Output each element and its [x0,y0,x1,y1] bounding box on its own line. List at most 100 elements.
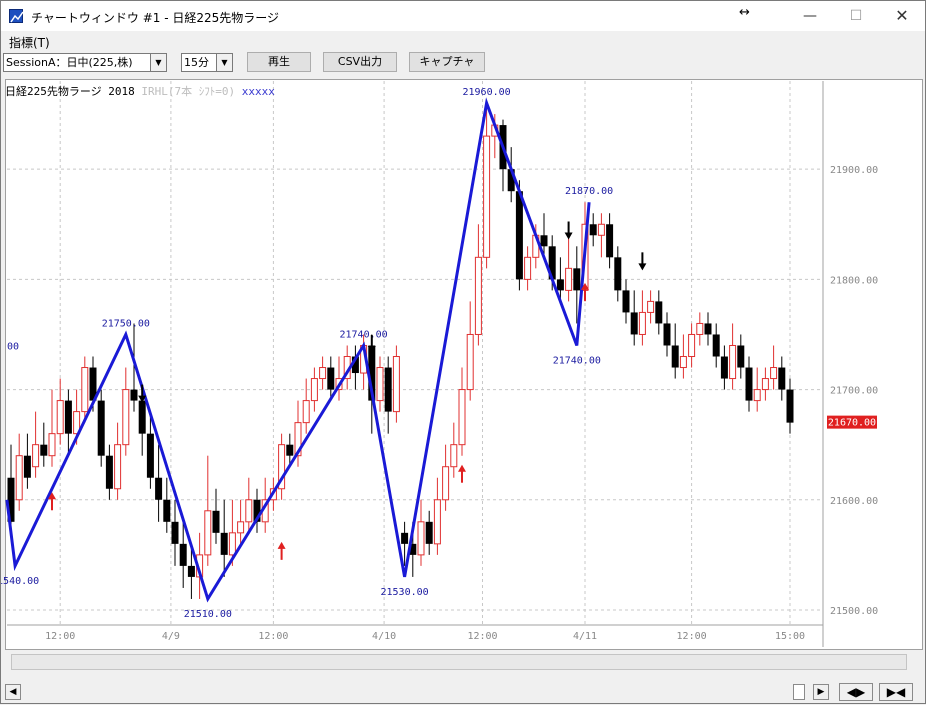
scroll-left-icon[interactable]: ◀ [5,684,21,700]
candle-body-down [401,532,409,544]
candle-body-down [40,444,48,456]
candle-body-up [442,466,450,501]
zigzag-value-label: 21530.00 [381,587,429,598]
chart-window: チャートウィンドウ #1 - 日経225先物ラージ ↔ — ☐ ✕ 指標(T) … [0,0,926,704]
candle-body-up [32,444,40,468]
candle-body-down [622,290,630,313]
candle-body-down [671,345,679,368]
candle-body-down [187,565,195,577]
candle-body-up [483,135,491,258]
y-tick-label: 21800.00 [830,275,878,286]
candle-body-up [565,267,573,291]
indicator-label: IRHL(7本 ｼﾌﾄ=0) [141,85,236,98]
buy-arrow-icon [277,541,286,549]
zigzag-value-label: 21540.00 [1,576,39,587]
sell-arrow-icon [638,263,647,271]
chart-title: 日経225先物ラージ 2018 [5,85,135,98]
candle-body-down [786,389,794,423]
candle-body-down [23,455,31,478]
candle-body-down [220,532,228,555]
candle-body-down [712,334,720,357]
candle-body-up [696,322,704,335]
candle-body-down [286,444,294,456]
zoom-toggle-icon[interactable]: ◀▶ [839,683,873,701]
candle-body-down [97,400,105,456]
y-tick-label: 21500.00 [830,606,878,617]
candle-body-up [417,521,425,556]
x-tick-label: 15:00 [775,631,805,642]
candle-body-up [458,389,466,446]
zigzag-value-label: 21740.00 [553,355,601,366]
candle-body-up [48,433,56,457]
zigzag-value-label: 21870.00 [565,186,613,197]
candle-body-down [655,301,663,324]
candle-body-up [114,444,122,490]
candle-body-down [515,191,523,280]
x-tick-label: 4/10 [372,631,396,642]
candle-body-down [425,521,433,544]
candle-body-up [450,444,458,468]
candle-body-up [376,367,384,402]
candle-body-down [130,389,138,401]
candle-body-down [540,235,548,247]
candle-body-down [171,521,179,544]
candle-body-down [606,224,614,258]
x-tick-label: 4/11 [573,631,597,642]
scroll-track[interactable] [23,684,793,700]
candle-body-up [392,356,400,413]
candle-body-up [310,378,318,402]
candle-body-up [729,344,737,380]
scroll-right-icon[interactable]: ▶ [813,684,829,700]
x-tick-label: 12:00 [45,631,75,642]
candle-body-down [704,323,712,335]
truncated-value-label: 00 [7,341,19,352]
candle-body-down [614,257,622,291]
candle-body-down [556,279,564,291]
candle-body-down [138,400,146,434]
candle-body-down [745,367,753,401]
zigzag-line [5,97,591,603]
candle-body-up [204,510,212,556]
candle-body-up [56,400,64,435]
fit-range-icon[interactable]: ▶◀ [879,683,913,701]
candle-body-down [155,477,163,500]
candle-body-up [474,256,482,335]
candle-body-down [737,345,745,368]
y-tick-label: 21700.00 [830,386,878,397]
candle-body-up [753,389,761,402]
candle-body-up [524,256,532,280]
candle-body-up [770,367,778,380]
zigzag-value-label: 21510.00 [184,609,232,620]
candle-body-up [597,223,605,236]
candle-body-down [589,224,597,236]
candlestick-chart[interactable]: 21500.00 21600.00 21700.00 21800.00 21900.00… [1,1,926,705]
zigzag-value-label: 21740.00 [340,329,388,340]
candle-body-down [179,543,187,566]
candle-body-up [302,400,310,424]
buy-arrow-icon [458,464,466,472]
zigzag-value-label: 21960.00 [463,87,511,98]
period-scrollbar[interactable] [11,654,907,670]
candle-body-up [81,367,89,413]
sell-arrow-icon [564,232,573,240]
chart-header: 日経225先物ラージ 2018 IRHL(7本 ｼﾌﾄ=0) xxxxx [5,83,275,99]
y-tick-label: 21900.00 [830,165,878,176]
candle-body-up [688,333,696,358]
candle-body-up [761,378,769,391]
x-tick-label: 4/9 [162,631,180,642]
candle-body-down [720,356,728,379]
y-tick-label: 21600.00 [830,496,878,507]
candle-body-up [245,499,253,523]
candle-body-down [64,400,72,434]
candle-body-down [663,323,671,346]
candle-body-up [433,499,441,545]
scroll-thumb[interactable] [793,684,805,700]
x-tick-label: 12:00 [677,631,707,642]
x-tick-label: 12:00 [467,631,497,642]
candle-body-up [466,333,474,391]
candle-body-down [573,268,581,291]
candle-body-down [778,367,786,390]
candle-body-down [212,510,220,533]
zigzag-value-label: 21750.00 [102,318,150,329]
horizontal-scrollbar[interactable]: ◀ ▶ ◀▶ ▶◀ [1,682,925,702]
